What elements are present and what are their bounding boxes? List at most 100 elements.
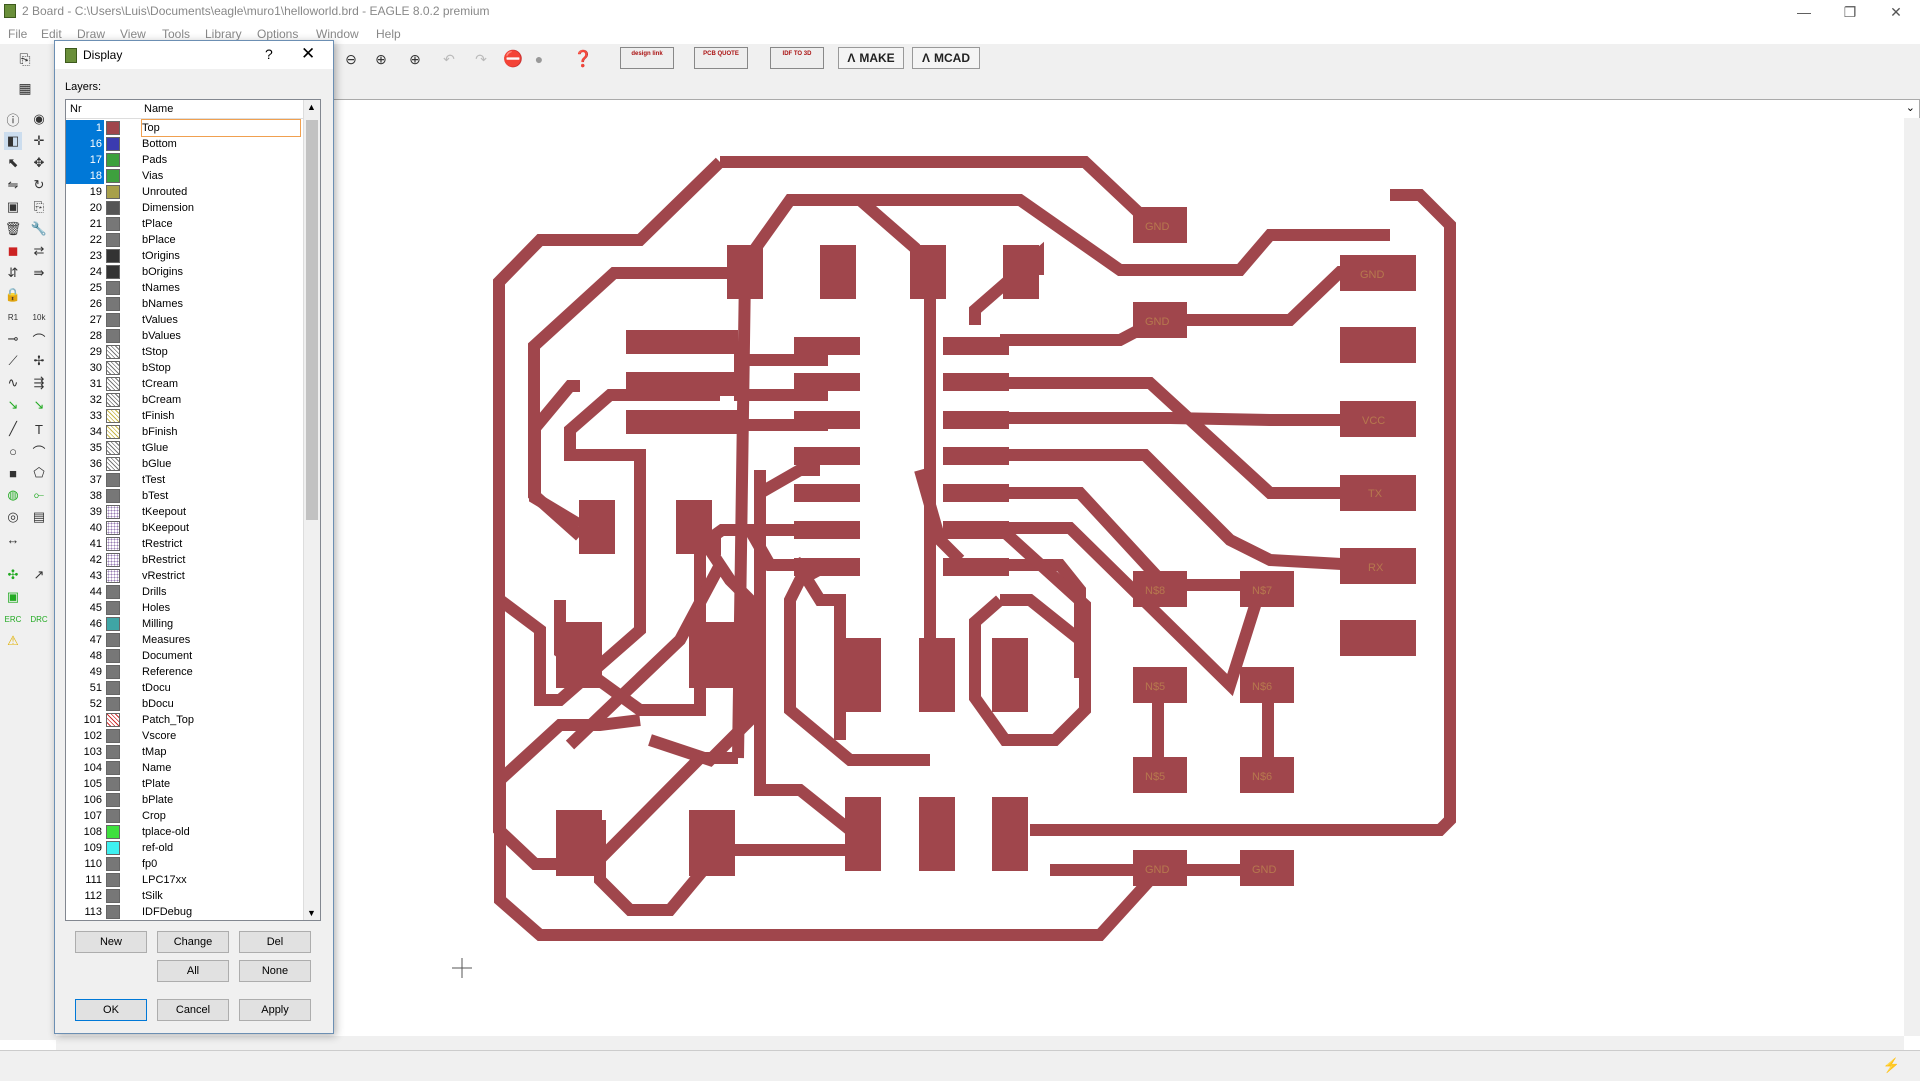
layer-row[interactable]: 111 LPC17xx bbox=[66, 872, 304, 888]
apply-button[interactable]: Apply bbox=[239, 999, 311, 1021]
layer-color-swatch[interactable] bbox=[106, 457, 120, 471]
ripup-icon[interactable]: ↘ bbox=[30, 396, 48, 414]
layer-row[interactable]: 45 Holes bbox=[66, 600, 304, 616]
undo-icon[interactable]: ↶ bbox=[438, 48, 460, 70]
layer-color-swatch[interactable] bbox=[106, 345, 120, 359]
group-icon[interactable]: ▣ bbox=[4, 198, 22, 216]
layer-row[interactable]: 28 bValues bbox=[66, 328, 304, 344]
scroll-thumb[interactable] bbox=[306, 120, 318, 520]
layer-row[interactable]: 32 bCream bbox=[66, 392, 304, 408]
layer-row[interactable]: 42 bRestrict bbox=[66, 552, 304, 568]
layer-color-swatch[interactable] bbox=[106, 505, 120, 519]
layer-row[interactable]: 34 bFinish bbox=[66, 424, 304, 440]
change-button[interactable]: Change bbox=[157, 931, 229, 953]
layer-row[interactable]: 51 tDocu bbox=[66, 680, 304, 696]
idf-to-3d-button[interactable]: IDF TO 3D bbox=[770, 47, 824, 69]
circle-icon[interactable]: ○ bbox=[4, 442, 22, 460]
route-diff-icon[interactable]: ⇶ bbox=[30, 374, 48, 392]
polygon-icon[interactable]: ⬠ bbox=[30, 464, 48, 482]
hole-icon[interactable]: ◎ bbox=[4, 508, 22, 526]
layer-color-swatch[interactable] bbox=[106, 569, 120, 583]
layer-color-swatch[interactable] bbox=[106, 441, 120, 455]
route-icon[interactable]: ↘ bbox=[4, 396, 22, 414]
dimension-icon[interactable]: ↔ bbox=[4, 530, 22, 548]
layer-row[interactable]: 103 tMap bbox=[66, 744, 304, 760]
dialog-close-button[interactable]: ✕ bbox=[301, 44, 315, 64]
new-button[interactable]: New bbox=[75, 931, 147, 953]
layer-row[interactable]: 39 tKeepout bbox=[66, 504, 304, 520]
arc-icon[interactable]: ⌒ bbox=[30, 442, 48, 460]
maximize-button[interactable]: ❐ bbox=[1830, 2, 1870, 22]
layer-color-swatch[interactable] bbox=[106, 745, 120, 759]
menu-library[interactable]: Library bbox=[205, 27, 242, 41]
layer-color-swatch[interactable] bbox=[106, 729, 120, 743]
menu-options[interactable]: Options bbox=[257, 27, 298, 41]
cancel-button[interactable]: Cancel bbox=[157, 999, 229, 1021]
layer-row[interactable]: 102 Vscore bbox=[66, 728, 304, 744]
layer-row[interactable]: 48 Document bbox=[66, 648, 304, 664]
layer-row[interactable]: 112 tSilk bbox=[66, 888, 304, 904]
layer-color-swatch[interactable] bbox=[106, 777, 120, 791]
mark-icon[interactable]: ✛ bbox=[30, 132, 48, 150]
layer-color-swatch[interactable] bbox=[106, 169, 120, 183]
layer-color-swatch[interactable] bbox=[106, 393, 120, 407]
lightning-icon[interactable]: ⚡ bbox=[1883, 1057, 1900, 1074]
layer-color-swatch[interactable] bbox=[106, 249, 120, 263]
layer-color-swatch[interactable] bbox=[106, 281, 120, 295]
layer-row[interactable]: 109 ref-old bbox=[66, 840, 304, 856]
all-button[interactable]: All bbox=[157, 960, 229, 982]
layer-color-swatch[interactable] bbox=[106, 313, 120, 327]
help-icon[interactable]: ❓ bbox=[572, 48, 594, 70]
make-button[interactable]: Λ MAKE bbox=[838, 47, 904, 69]
mcad-button[interactable]: Λ MCAD bbox=[912, 47, 980, 69]
layer-color-swatch[interactable] bbox=[106, 297, 120, 311]
none-button[interactable]: None bbox=[239, 960, 311, 982]
layer-color-swatch[interactable] bbox=[106, 905, 120, 919]
mirror-icon[interactable]: ⇋ bbox=[4, 176, 22, 194]
layer-row[interactable]: 40 bKeepout bbox=[66, 520, 304, 536]
vertical-scrollbar[interactable] bbox=[1904, 118, 1920, 1036]
rotate-icon[interactable]: ↻ bbox=[30, 176, 48, 194]
layer-row[interactable]: 21 tPlace bbox=[66, 216, 304, 232]
layer-row[interactable]: 17 Pads bbox=[66, 152, 304, 168]
replace-icon[interactable]: ⇄ bbox=[30, 242, 48, 260]
layer-color-swatch[interactable] bbox=[106, 857, 120, 871]
stop-icon[interactable]: ⛔ bbox=[502, 48, 524, 70]
layer-row[interactable]: 44 Drills bbox=[66, 584, 304, 600]
layer-row[interactable]: 49 Reference bbox=[66, 664, 304, 680]
zoom-select-icon[interactable]: ⊕ bbox=[370, 48, 392, 70]
layer-display-icon[interactable]: ◧ bbox=[4, 132, 22, 150]
command-line-input[interactable]: ⌄ bbox=[330, 99, 1920, 119]
delete-icon[interactable]: 🗑 bbox=[4, 220, 22, 238]
zoom-in-icon[interactable]: ⊕ bbox=[404, 48, 426, 70]
erc-icon[interactable]: ERC bbox=[4, 610, 22, 628]
layer-row[interactable]: 47 Measures bbox=[66, 632, 304, 648]
layer-row[interactable]: 30 bStop bbox=[66, 360, 304, 376]
column-name[interactable]: Name bbox=[144, 103, 173, 115]
layer-row[interactable]: 110 fp0 bbox=[66, 856, 304, 872]
lock-icon[interactable]: 🔒 bbox=[4, 286, 22, 304]
rect-icon[interactable]: ■ bbox=[4, 464, 22, 482]
drc-icon[interactable]: DRC bbox=[30, 610, 48, 628]
layer-list[interactable]: Nr Name 1 Top 16 Bottom 17 Pads 18 Vias 19 Unrout… bbox=[65, 99, 321, 921]
wrench-icon[interactable]: 🔧 bbox=[30, 220, 48, 238]
menu-view[interactable]: View bbox=[120, 27, 146, 41]
menu-tools[interactable]: Tools bbox=[162, 27, 190, 41]
layer-row[interactable]: 43 vRestrict bbox=[66, 568, 304, 584]
layer-row[interactable]: 31 tCream bbox=[66, 376, 304, 392]
menu-window[interactable]: Window bbox=[316, 27, 359, 41]
layer-color-swatch[interactable] bbox=[106, 233, 120, 247]
layer-row[interactable]: 27 tValues bbox=[66, 312, 304, 328]
layer-row[interactable]: 41 tRestrict bbox=[66, 536, 304, 552]
layer-color-swatch[interactable] bbox=[106, 665, 120, 679]
layer-row[interactable]: 108 tplace-old bbox=[66, 824, 304, 840]
layer-row[interactable]: 26 bNames bbox=[66, 296, 304, 312]
chevron-down-icon[interactable]: ⌄ bbox=[1906, 101, 1915, 114]
layer-color-swatch[interactable] bbox=[106, 889, 120, 903]
via-icon[interactable]: ◍ bbox=[4, 486, 22, 504]
layer-color-swatch[interactable] bbox=[106, 473, 120, 487]
drc-board-icon[interactable]: ▣ bbox=[4, 588, 22, 606]
close-button[interactable]: ✕ bbox=[1876, 2, 1916, 22]
layer-color-swatch[interactable] bbox=[106, 153, 120, 167]
line-icon[interactable]: ╱ bbox=[4, 420, 22, 438]
